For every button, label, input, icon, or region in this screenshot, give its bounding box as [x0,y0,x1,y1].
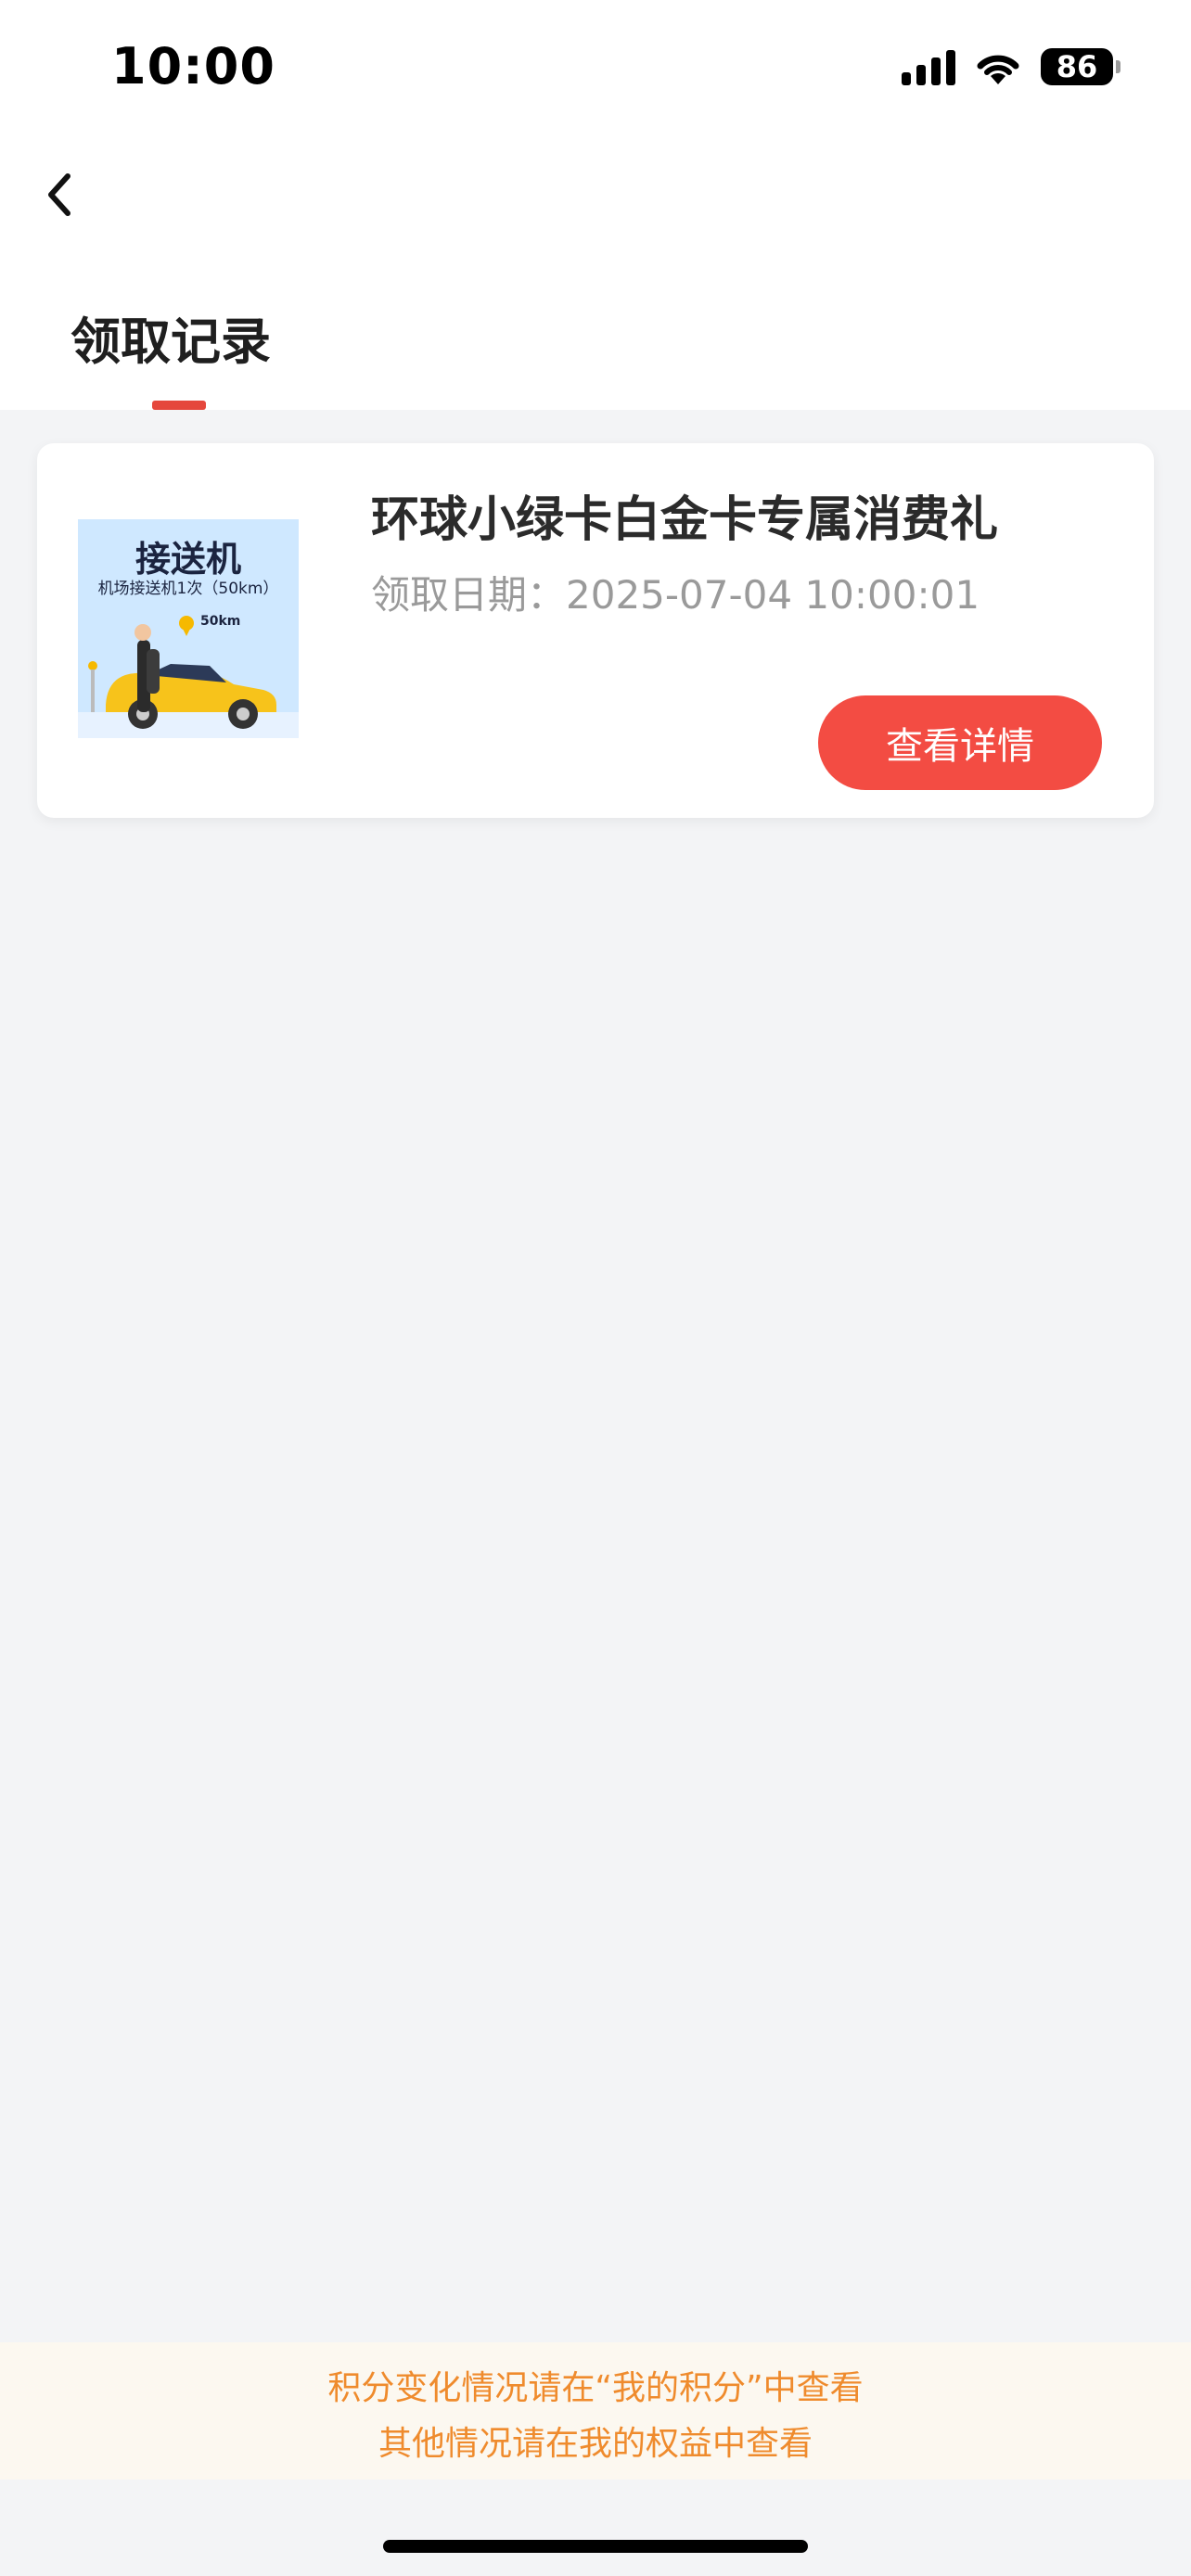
thumbnail-title: 接送机 [134,539,241,580]
notice-line-2: 其他情况请在我的权益中查看 [378,2425,813,2463]
status-icons: 86 [902,45,1121,89]
signal-icon [902,48,955,85]
tab-claim-records[interactable]: 领取记录 [70,300,271,374]
record-title: 环球小绿卡白金卡专属消费礼 [371,492,999,548]
tab-active-indicator [152,401,206,410]
footer-notice: 积分变化情况请在“我的积分”中查看 其他情况请在我的权益中查看 [0,2342,1191,2480]
battery-icon: 86 [1041,48,1121,85]
back-button[interactable] [35,167,82,223]
thumbnail-subtitle: 机场接送机1次（50km） [97,580,279,598]
status-time: 10:00 [111,37,275,96]
home-indicator [383,2540,808,2553]
wifi-icon [977,55,1019,84]
notice-line-1: 积分变化情况请在“我的积分”中查看 [327,2369,864,2407]
view-details-button[interactable]: 查看详情 [818,695,1102,790]
record-date: 领取日期：2025-07-04 10:00:01 [371,572,980,618]
record-card: 接送机 机场接送机1次（50km） 50km 环球小绿卡白金卡专属消费礼 领取日… [37,443,1154,818]
chevron-left-icon [48,173,70,216]
record-thumbnail: 接送机 机场接送机1次（50km） 50km [78,519,299,738]
car-illustration [78,616,299,738]
battery-level: 86 [1056,49,1098,84]
